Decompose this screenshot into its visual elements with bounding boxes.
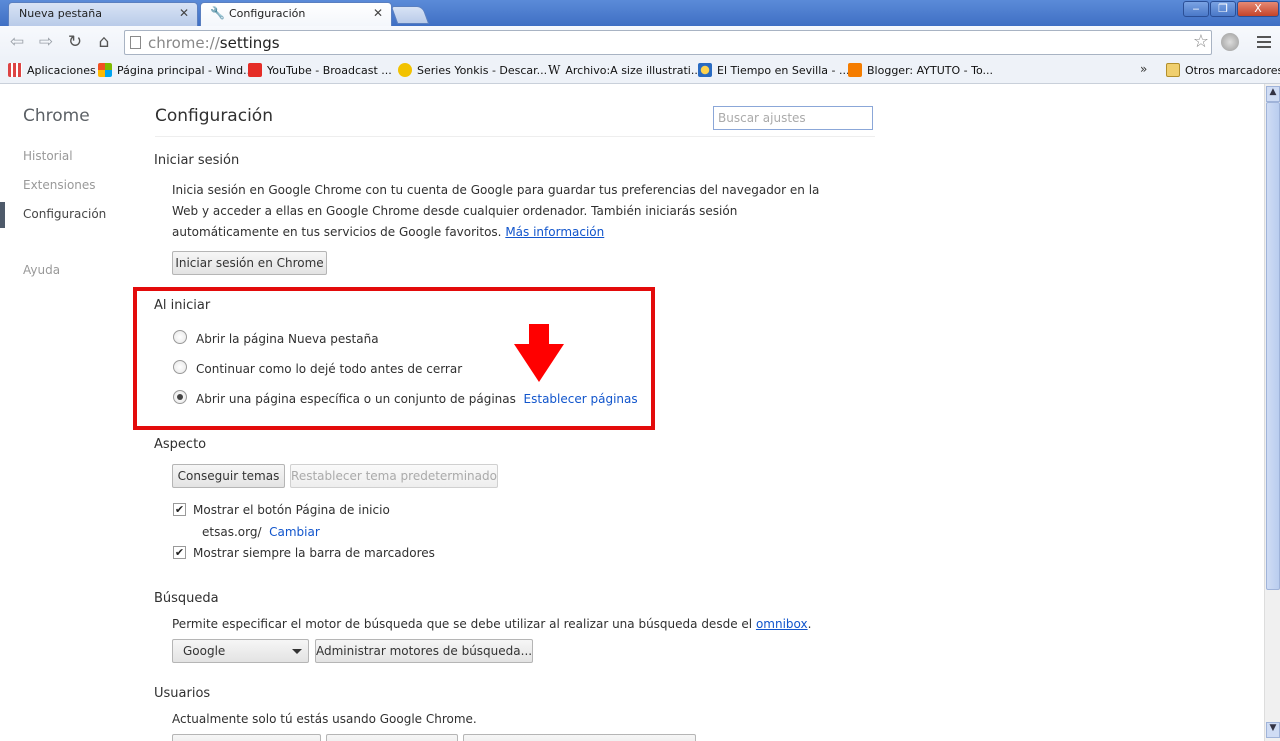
bookmark-label: Archivo:A size illustrati... <box>565 64 702 77</box>
windows-logo-icon <box>98 63 112 77</box>
bookmarks-overflow-chevron-icon[interactable]: » <box>1140 62 1147 76</box>
title-bar: Nueva pestaña ✕ 🔧 Configuración ✕ ‒ ❐ X <box>0 0 1280 27</box>
section-title-search: Búsqueda <box>154 591 219 606</box>
show-bookmarks-checkbox[interactable]: ✔ <box>173 546 186 559</box>
section-title-signin: Iniciar sesión <box>154 153 240 168</box>
section-title-users: Usuarios <box>154 686 211 701</box>
sidebar-item-ayuda[interactable]: Ayuda <box>23 263 60 277</box>
search-engine-value: Google <box>183 644 226 658</box>
search-desc-text: Permite especificar el motor de búsqueda… <box>172 617 753 631</box>
close-window-button[interactable]: X <box>1237 1 1279 17</box>
new-tab-button[interactable] <box>390 6 430 24</box>
tab-title: Configuración <box>229 7 306 20</box>
scroll-down-arrow-icon[interactable]: ▼ <box>1266 722 1280 738</box>
signin-chrome-button[interactable]: Iniciar sesión en Chrome <box>172 251 327 275</box>
sidebar-item-historial[interactable]: Historial <box>23 149 73 163</box>
highlight-annotation-box <box>133 287 655 430</box>
bookmark-label: Aplicaciones <box>27 64 96 77</box>
bookmark-blogger[interactable]: Blogger: AYTUTO - To... <box>848 63 993 77</box>
star-icon[interactable]: ☆ <box>1193 31 1209 52</box>
url-text[interactable]: chrome://settings <box>148 34 280 52</box>
toolbar: ⇦ ⇨ ↻ ⌂ chrome://settings ☆ <box>0 26 1280 59</box>
bookmark-youtube[interactable]: YouTube - Broadcast ... <box>248 63 392 77</box>
search-engine-select[interactable]: Google <box>172 639 309 663</box>
page-icon <box>130 36 141 49</box>
folder-icon <box>1166 63 1180 77</box>
scrollbar-thumb[interactable] <box>1266 102 1280 590</box>
extension-icon[interactable] <box>1221 33 1239 51</box>
tab-new-tab[interactable]: Nueva pestaña ✕ <box>8 2 198 26</box>
more-info-link[interactable]: Más información <box>505 225 604 239</box>
apps-grid-icon <box>8 63 22 77</box>
users-edit-button[interactable] <box>326 734 458 741</box>
manage-search-engines-button[interactable]: Administrar motores de búsqueda... <box>315 639 533 663</box>
users-description: Actualmente solo tú estás usando Google … <box>172 712 477 726</box>
search-description: Permite especificar el motor de búsqueda… <box>172 614 811 635</box>
change-home-link[interactable]: Cambiar <box>269 525 320 539</box>
bookmark-label: Series Yonkis - Descar... <box>417 64 548 77</box>
wikipedia-icon: W <box>548 63 561 77</box>
forward-arrow-icon[interactable]: ⇨ <box>35 31 57 53</box>
home-url: etsas.org/ <box>202 525 262 539</box>
reset-theme-button[interactable]: Restablecer tema predeterminado <box>290 464 498 488</box>
search-settings-input[interactable]: Buscar ajustes <box>713 106 873 130</box>
omnibox-link[interactable]: omnibox <box>756 617 808 631</box>
minimize-button[interactable]: ‒ <box>1183 1 1209 17</box>
blogger-icon <box>848 63 862 77</box>
bookmark-label: Blogger: AYTUTO - To... <box>867 64 993 77</box>
selected-indicator <box>0 202 5 228</box>
signin-line: automáticamente en tus servicios de Goog… <box>172 222 819 243</box>
bookmark-apps[interactable]: Aplicaciones <box>8 63 96 77</box>
annotation-arrow-head-icon <box>514 344 564 382</box>
menu-icon[interactable] <box>1257 34 1271 51</box>
bookmark-label: Página principal - Wind... <box>117 64 254 77</box>
wrench-icon: 🔧 <box>210 6 225 20</box>
settings-page: Chrome Historial Extensiones Configuraci… <box>0 84 1264 741</box>
scroll-up-arrow-icon[interactable]: ▲ <box>1266 86 1280 102</box>
users-add-button[interactable] <box>172 734 321 741</box>
url-scheme: chrome:// <box>148 34 220 52</box>
divider <box>155 136 875 137</box>
section-title-appearance: Aspecto <box>154 437 207 452</box>
series-yonkis-icon <box>398 63 412 77</box>
back-arrow-icon[interactable]: ⇦ <box>6 31 28 53</box>
bookmark-label: Otros marcadores <box>1185 64 1280 77</box>
users-delete-button[interactable] <box>463 734 696 741</box>
show-bookmarks-label: Mostrar siempre la barra de marcadores <box>193 546 435 560</box>
sidebar-item-configuracion[interactable]: Configuración <box>23 207 106 221</box>
other-bookmarks-folder[interactable]: Otros marcadores <box>1166 63 1280 77</box>
signin-line-text: automáticamente en tus servicios de Goog… <box>172 225 502 239</box>
bookmark-label: YouTube - Broadcast ... <box>267 64 392 77</box>
chevron-down-icon <box>292 649 302 654</box>
home-icon[interactable]: ⌂ <box>93 31 115 53</box>
bookmark-el-tiempo[interactable]: El Tiempo en Sevilla - ... <box>698 63 850 77</box>
reload-icon[interactable]: ↻ <box>64 31 86 53</box>
bookmark-series-yonkis[interactable]: Series Yonkis - Descar... <box>398 63 547 77</box>
tab-close-icon[interactable]: ✕ <box>373 6 383 20</box>
show-home-checkbox[interactable]: ✔ <box>173 503 186 516</box>
signin-description: Inicia sesión en Google Chrome con tu cu… <box>172 180 819 243</box>
url-path: settings <box>219 34 280 52</box>
sidebar-item-extensiones[interactable]: Extensiones <box>23 178 96 192</box>
page-title: Configuración <box>155 106 273 126</box>
bookmark-windows[interactable]: Página principal - Wind... <box>98 63 254 77</box>
bookmark-label: El Tiempo en Sevilla - ... <box>717 64 850 77</box>
youtube-icon <box>248 63 262 77</box>
bookmark-wikipedia[interactable]: W Archivo:A size illustrati... <box>548 63 701 77</box>
bookmarks-bar: Aplicaciones Página principal - Wind... … <box>0 59 1280 84</box>
tab-close-icon[interactable]: ✕ <box>179 6 189 20</box>
tab-settings[interactable]: 🔧 Configuración ✕ <box>200 2 392 27</box>
tab-title: Nueva pestaña <box>19 7 102 20</box>
show-home-label: Mostrar el botón Página de inicio <box>193 503 390 517</box>
signin-line: Web y acceder a ellas en Google Chrome d… <box>172 204 738 218</box>
annotation-arrow-icon <box>529 324 549 346</box>
weather-sun-icon <box>698 63 712 77</box>
search-desc-end: . <box>807 617 812 631</box>
sidebar-title: Chrome <box>23 106 90 126</box>
maximize-button[interactable]: ❐ <box>1210 1 1236 17</box>
omnibox[interactable]: chrome://settings ☆ <box>124 30 1212 55</box>
get-themes-button[interactable]: Conseguir temas <box>172 464 285 488</box>
signin-line: Inicia sesión en Google Chrome con tu cu… <box>172 183 820 197</box>
home-url-row: etsas.org/ Cambiar <box>202 522 320 543</box>
